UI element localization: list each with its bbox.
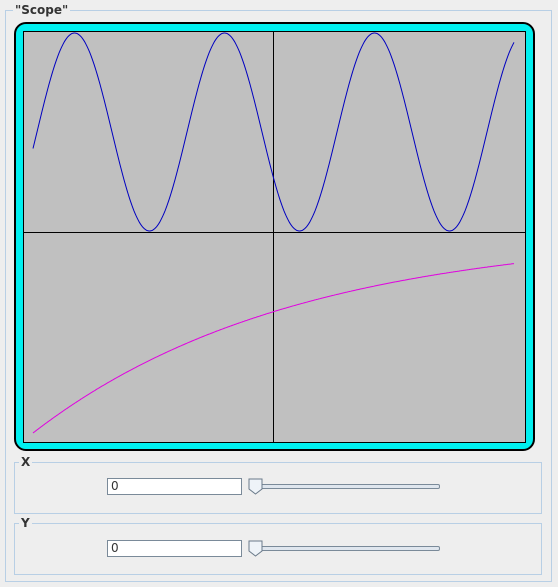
x-slider-track[interactable]: [252, 484, 440, 489]
scope-plot-area: [23, 31, 526, 443]
x-slider-thumb[interactable]: [248, 478, 263, 495]
x-value-field[interactable]: 0: [107, 478, 242, 495]
y-control-label: Y: [19, 516, 32, 530]
y-value-field[interactable]: 0: [107, 540, 242, 557]
scope-panel-title: "Scope": [13, 3, 71, 17]
y-slider-track[interactable]: [252, 546, 440, 551]
y-slider-thumb[interactable]: [248, 540, 263, 557]
x-control-label: X: [19, 455, 33, 469]
scope-plot-svg: [24, 32, 525, 442]
